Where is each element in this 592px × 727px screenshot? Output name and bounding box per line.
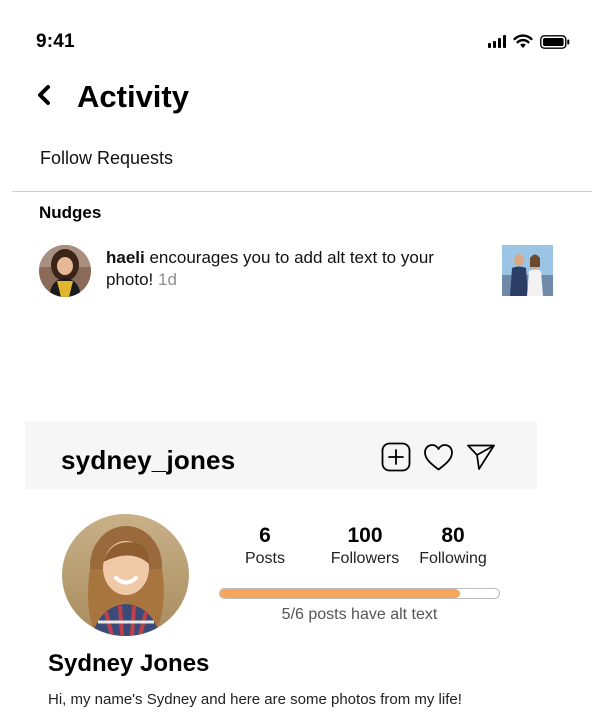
send-icon[interactable] <box>466 443 496 471</box>
profile-header: sydney_jones <box>25 421 537 489</box>
user-avatar[interactable] <box>39 245 91 297</box>
divider <box>12 191 592 192</box>
status-time: 9:41 <box>36 31 75 52</box>
stat-following[interactable]: 80 Following <box>413 524 493 570</box>
signal-icon <box>488 35 506 48</box>
nudge-time: 1d <box>153 270 177 289</box>
profile-display-name: Sydney Jones <box>48 650 210 677</box>
follow-requests-link[interactable]: Follow Requests <box>40 148 173 169</box>
battery-icon <box>540 34 570 49</box>
stat-posts-label: Posts <box>244 550 285 567</box>
stat-followers[interactable]: 100 Followers <box>320 524 410 570</box>
alt-text-progress-fill <box>220 589 460 598</box>
page-title: Activity <box>77 79 189 114</box>
profile-bio: Hi, my name's Sydney and here are some p… <box>48 691 462 708</box>
stat-posts[interactable]: 6 Posts <box>230 524 300 570</box>
activity-header: Activity <box>12 76 592 122</box>
nudge-username[interactable]: haeli <box>106 248 145 267</box>
stat-followers-label: Followers <box>330 550 400 567</box>
profile-username: sydney_jones <box>61 445 236 475</box>
stat-following-label: Following <box>419 550 487 567</box>
profile-avatar[interactable] <box>62 514 189 636</box>
stat-following-value: 80 <box>441 524 465 547</box>
activity-screen: 9:41 Activity Follow Requests Nudges hae… <box>12 0 592 322</box>
heart-icon[interactable] <box>423 443 454 472</box>
post-thumbnail[interactable] <box>502 245 553 296</box>
header-actions <box>381 442 496 472</box>
stat-followers-value: 100 <box>347 524 383 547</box>
alt-text-progress-bar <box>219 588 500 599</box>
add-post-icon[interactable] <box>381 442 411 472</box>
nudge-notification[interactable]: haeli encourages you to add alt text to … <box>39 243 564 299</box>
status-icons <box>488 34 570 49</box>
nudges-heading: Nudges <box>39 203 102 222</box>
alt-text-progress-label: 5/6 posts have alt text <box>281 606 438 623</box>
status-bar: 9:41 <box>12 0 592 70</box>
profile-stats: 6 Posts 100 Followers 80 Following <box>230 524 510 574</box>
nudge-message: haeli encourages you to add alt text to … <box>106 247 476 291</box>
chevron-left-icon[interactable] <box>34 84 54 106</box>
wifi-icon <box>513 34 533 48</box>
stat-posts-value: 6 <box>259 524 271 547</box>
